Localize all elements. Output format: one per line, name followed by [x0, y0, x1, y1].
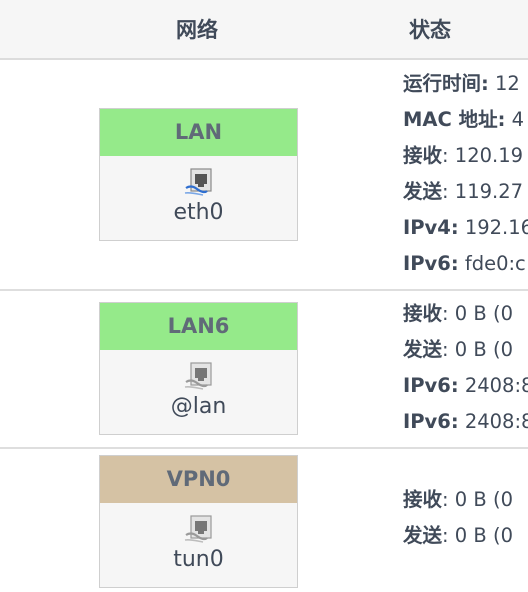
device-name: eth0 — [173, 200, 224, 225]
interface-badge-lan6[interactable]: LAN6 @lan — [99, 302, 298, 435]
interface-badge-vpn0[interactable]: VPN0 tun0 — [99, 455, 298, 588]
interface-name: VPN0 — [100, 456, 297, 503]
interface-status-table: 网络 状态 LAN eth0 运行时间: 12 MAC 地址: 4 接收: 12… — [0, 0, 528, 592]
device-name: @lan — [170, 394, 227, 419]
status-mac: MAC 地址: 4 — [403, 108, 525, 131]
interface-status-lan: 运行时间: 12 MAC 地址: 4 接收: 120.19 发送: 119.27… — [403, 66, 528, 282]
interface-name: LAN — [100, 109, 297, 156]
interface-badge-lan[interactable]: LAN eth0 — [99, 108, 298, 241]
table-header: 网络 状态 — [0, 0, 528, 60]
ethernet-port-icon — [184, 515, 212, 543]
device-name: tun0 — [173, 547, 224, 572]
status-ipv4: IPv4: 192.16 — [403, 216, 528, 239]
table-row: VPN0 tun0 接收: 0 B (0 发送: 0 B (0 — [0, 449, 528, 592]
status-column-header: 状态 — [409, 18, 451, 42]
status-ipv6: IPv6: 2408:8 — [403, 410, 528, 433]
table-row: LAN eth0 运行时间: 12 MAC 地址: 4 接收: 120.19 发… — [0, 60, 528, 291]
ethernet-port-icon — [184, 362, 212, 390]
status-tx: 发送: 0 B (0 — [403, 338, 513, 361]
interface-name: LAN6 — [100, 303, 297, 350]
status-rx: 接收: 0 B (0 — [403, 488, 513, 511]
ethernet-port-icon — [184, 168, 212, 196]
status-tx: 发送: 119.27 — [403, 180, 524, 203]
status-rx: 接收: 120.19 — [403, 144, 524, 167]
status-ipv6: IPv6: 2408:8 — [403, 374, 528, 397]
interface-status-lan6: 接收: 0 B (0 发送: 0 B (0 IPv6: 2408:8 IPv6:… — [403, 296, 528, 440]
table-row: LAN6 @lan 接收: 0 B (0 发送: 0 B (0 IPv6: 24… — [0, 291, 528, 449]
status-ipv6: IPv6: fde0:c — [403, 252, 526, 275]
status-tx: 发送: 0 B (0 — [403, 524, 513, 547]
status-uptime: 运行时间: 12 — [403, 72, 520, 95]
interface-status-vpn0: 接收: 0 B (0 发送: 0 B (0 — [403, 482, 528, 554]
status-rx: 接收: 0 B (0 — [403, 302, 513, 325]
network-column-header: 网络 — [176, 18, 218, 42]
